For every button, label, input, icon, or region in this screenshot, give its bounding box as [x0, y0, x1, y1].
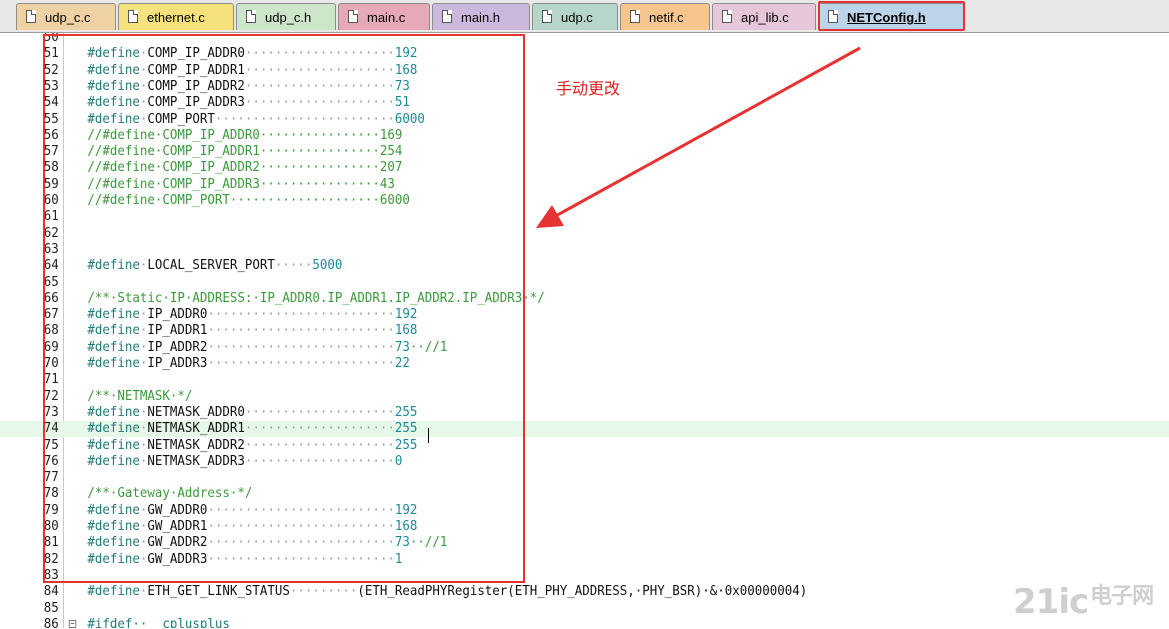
macro-name: ETH_GET_LINK_STATUS [147, 584, 290, 600]
tab-label: api_lib.c [741, 10, 789, 25]
tab-label: ethernet.c [147, 10, 205, 25]
file-icon [542, 10, 552, 23]
highlight-box [43, 34, 525, 583]
tab-main-h[interactable]: main.h [432, 3, 530, 30]
whitespace-marker: · [139, 584, 148, 600]
line-number: 84 [43, 584, 59, 600]
tab-udp-c[interactable]: udp.c [532, 3, 618, 30]
watermark-brand: 21ic [1013, 582, 1089, 622]
tab-label: udp_c.c [45, 10, 91, 25]
tab-api-lib-c[interactable]: api_lib.c [712, 3, 816, 30]
code-text: #ifdef··__cplusplus [87, 617, 229, 628]
tab-label: main.c [367, 10, 406, 25]
code-directive: #ifdef··__cplusplus [87, 616, 230, 628]
file-icon [128, 10, 138, 23]
tab-udp-c-h[interactable]: udp_c.h [236, 3, 336, 30]
code-line[interactable]: 85 [0, 601, 1087, 617]
file-icon [26, 10, 36, 23]
file-icon [348, 10, 358, 23]
tab-ethernet-c[interactable]: ethernet.c [118, 3, 234, 30]
file-icon [246, 10, 256, 23]
watermark-cn: 电子网 [1090, 584, 1154, 609]
define-keyword: #define [87, 584, 140, 600]
tab-label: udp_c.h [265, 10, 312, 25]
whitespace-marker: ········· [289, 584, 358, 600]
tab-label: udp.c [561, 10, 593, 25]
tab-label: main.h [461, 10, 501, 25]
line-number: 85 [43, 600, 59, 616]
code-text: #define·ETH_GET_LINK_STATUS·········(ETH… [87, 584, 807, 600]
tab-bar: udp_c.c ethernet.c udp_c.h main.c main.h udp.… [0, 0, 1169, 33]
tab-netif-c[interactable]: netif.c [620, 3, 710, 30]
annotation-label: 手动更改 [556, 79, 621, 98]
active-tab-highlight [818, 1, 965, 31]
line-number: 86 [43, 616, 59, 628]
macro-value: (ETH_ReadPHYRegister(ETH_PHY_ADDRESS,·PH… [357, 584, 808, 600]
file-icon [630, 10, 640, 23]
file-icon [442, 10, 452, 23]
tab-udp-c-c[interactable]: udp_c.c [16, 3, 116, 30]
file-icon [722, 10, 732, 23]
fold-toggle-icon[interactable]: − [68, 619, 77, 628]
site-watermark: 21ic电子网 [1013, 580, 1163, 624]
code-line[interactable]: 84 #define·ETH_GET_LINK_STATUS·········(E… [0, 584, 1087, 600]
tab-label: netif.c [649, 10, 684, 25]
code-line[interactable]: 86− #ifdef··__cplusplus [0, 617, 1087, 628]
tab-main-c[interactable]: main.c [338, 3, 430, 30]
